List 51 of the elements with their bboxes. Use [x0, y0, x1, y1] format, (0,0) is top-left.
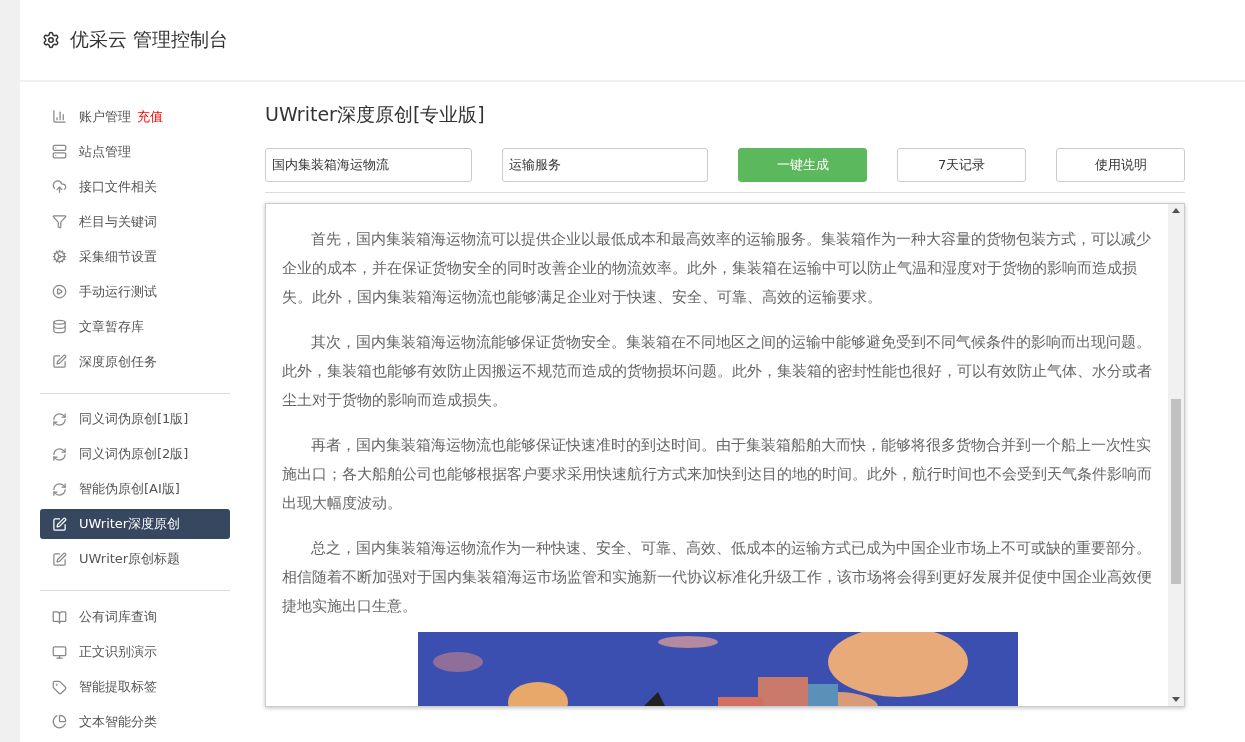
play-icon: [52, 284, 67, 300]
scroll-thumb[interactable]: [1171, 399, 1181, 584]
tag-icon: [52, 679, 67, 695]
sidebar-item[interactable]: 文本智能分类: [40, 707, 230, 737]
refresh-icon: [52, 481, 67, 497]
page-title: UWriter深度原创[专业版]: [265, 102, 486, 126]
chart-icon: [52, 109, 67, 125]
filter-icon: [52, 214, 67, 230]
article-paragraph: 总之，国内集装箱海运物流作为一种快速、安全、可靠、高效、低成本的运输方式已成为中国企业市场上不可或缺的重要部分。相信随着不断加强对于国内集装箱海运市场监管和实施新一代协议标准化升级工作，该市场将会得到更好发展并促使中国企业高效便捷地实施出口生意。: [282, 538, 1153, 616]
database-icon: [52, 319, 67, 335]
action-button[interactable]: 使用说明: [1056, 148, 1185, 182]
article-paragraph: 再者，国内集装箱海运物流也能够保证快速准时的到达时间。由于集装箱船舶大而快，能够将很多货物合并到一个船上一次性实施出口；各大船舶公司也能够根据客户要求采用快速航行方式来加快到达目的地的时间。此外，航行时间也不会受到天气条件影响而出现大幅度波动。: [282, 435, 1153, 513]
sidebar-item[interactable]: 站点管理: [40, 136, 230, 167]
keyword-field[interactable]: 运输服务: [501, 148, 709, 182]
sidebar-item[interactable]: UWriter深度原创: [40, 509, 230, 540]
sidebar-item[interactable]: 智能提取标签: [40, 672, 230, 702]
keyword-field[interactable]: 国内集装箱海运物流: [265, 148, 472, 182]
action-button[interactable]: 7天记录: [897, 148, 1027, 182]
book-icon: [52, 609, 67, 625]
edit-icon: [52, 354, 67, 370]
scroll-up-icon[interactable]: [1172, 208, 1180, 213]
recharge-link[interactable]: 充值: [137, 107, 163, 126]
scrollbar[interactable]: [1168, 204, 1184, 706]
monitor-icon: [52, 644, 67, 660]
refresh-icon: [52, 446, 67, 462]
sidebar-item[interactable]: 接口文件相关: [40, 171, 230, 202]
sidebar-item[interactable]: 文章暂存库: [40, 311, 230, 342]
sidebar-item[interactable]: 手动运行测试: [40, 276, 230, 307]
scroll-down-icon[interactable]: [1172, 697, 1180, 702]
refresh-icon: [52, 411, 67, 427]
sidebar-item[interactable]: 同义词伪原创[1版]: [40, 404, 230, 435]
sidebar-item[interactable]: 智能伪原创[AI版]: [40, 474, 230, 505]
pie-icon: [52, 714, 67, 730]
sidebar-item[interactable]: 同义词伪原创[2版]: [40, 439, 230, 470]
article-paragraph: 首先，国内集装箱海运物流可以提供企业以最低成本和最高效率的运输服务。集装箱作为一种大容量的货物包装方式，可以减少企业的成本，并在保证货物安全的同时改善企业的物流效率。此外，集装箱在运输中可以防止气温和湿度对于货物的影响而造成损失。此外，国内集装箱海运物流也能够满足企业对于快速、安全、可靠、高效的运输要求。: [282, 229, 1153, 307]
edit-icon: [52, 551, 67, 567]
sidebar-item[interactable]: 栏目与关键词: [40, 206, 230, 237]
server-icon: [52, 144, 67, 160]
settings-icon: [42, 31, 60, 49]
edit-icon: [52, 516, 67, 532]
sidebar-item[interactable]: UWriter原创标题: [40, 544, 230, 575]
article-editor[interactable]: [265, 203, 1185, 707]
sidebar-item[interactable]: 账户管理 充值: [40, 102, 230, 132]
sidebar-item[interactable]: 公有词库查询: [40, 602, 230, 633]
sidebar-item[interactable]: 深度原创任务: [40, 346, 230, 377]
sidebar-item[interactable]: 采集细节设置: [40, 241, 230, 272]
upload-icon: [52, 179, 67, 195]
sidebar-item[interactable]: 正文识别演示: [40, 637, 230, 668]
article-paragraph: 其次，国内集装箱海运物流能够保证货物安全。集装箱在不同地区之间的运输中能够避免受到不同气候条件的影响而出现问题。此外，集装箱也能够有效防止因搬运不规范而造成的货物损坏问题。此外，集装箱的密封性能也很好，可以有效防止气体、水分或者尘土对于货物的影响而造成损失。: [282, 332, 1153, 410]
console-title: 优采云 管理控制台: [70, 27, 229, 52]
gears-icon: [52, 249, 67, 265]
